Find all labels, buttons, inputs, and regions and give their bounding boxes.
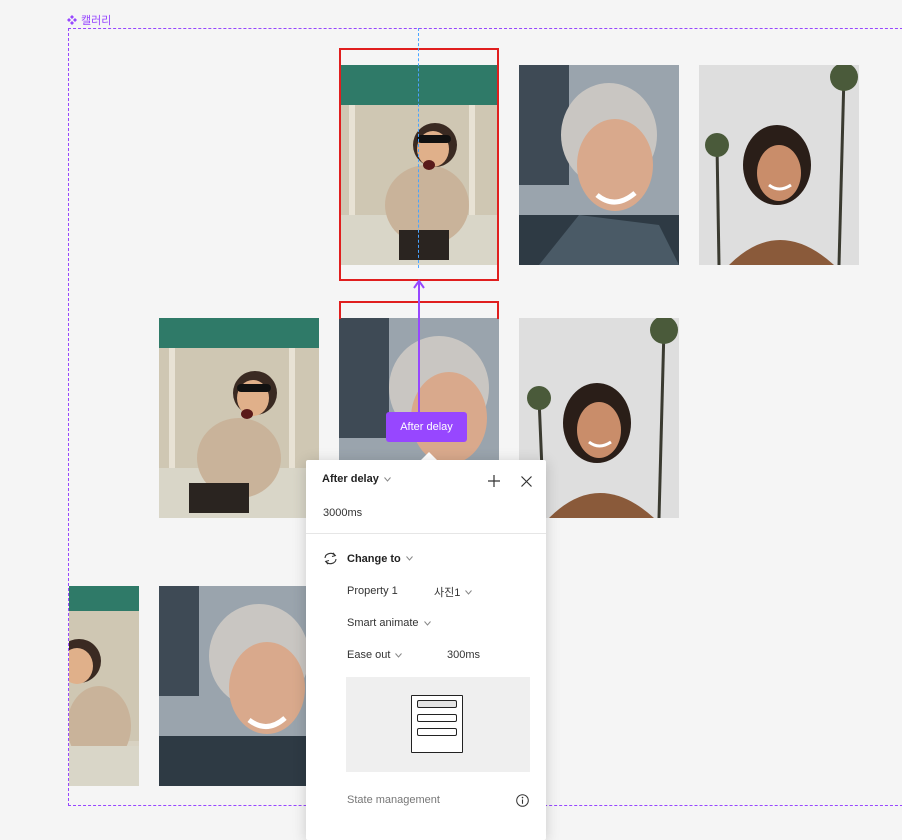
component-icon (67, 15, 77, 25)
easing-label: Ease out (347, 649, 391, 661)
chevron-down-icon (423, 620, 431, 626)
photo-woman-palms[interactable] (699, 65, 859, 265)
animation-dropdown[interactable]: Smart animate (347, 617, 431, 629)
property-value: 사진1 (434, 587, 461, 599)
chevron-down-icon (465, 589, 473, 595)
trigger-dropdown-label: After delay (322, 473, 379, 485)
easing-dropdown[interactable]: Ease out (347, 649, 403, 661)
property-value-dropdown[interactable]: 사진1 (434, 584, 473, 600)
duration-value: 300ms (447, 649, 481, 661)
close-icon[interactable] (518, 473, 534, 489)
animation-label: Smart animate (347, 617, 419, 629)
property-name: Property 1 (347, 585, 398, 597)
delay-value: 3000ms (323, 507, 363, 519)
state-management-label: State management (347, 794, 440, 806)
chevron-down-icon (383, 476, 391, 482)
animation-preview (346, 677, 530, 772)
photo-woman-sunglasses[interactable] (159, 318, 319, 518)
selected-variant-outline[interactable] (339, 48, 499, 281)
add-icon[interactable] (486, 473, 502, 489)
photo-elderly-woman[interactable] (159, 586, 306, 786)
panel-divider (306, 533, 546, 534)
preview-card (411, 695, 463, 753)
preview-bar (417, 700, 457, 708)
component-label[interactable]: 캘러리 (67, 12, 111, 28)
property-label: Property 1 (347, 585, 398, 597)
delay-input[interactable]: 3000ms (323, 507, 362, 519)
chevron-down-icon (405, 556, 413, 561)
trigger-pill[interactable]: After delay (386, 412, 467, 442)
photo-elderly-woman[interactable] (519, 65, 679, 265)
panel-caret (421, 452, 437, 460)
chevron-down-icon (395, 652, 403, 658)
photo-woman-sunglasses[interactable] (69, 586, 139, 786)
info-icon[interactable] (514, 792, 530, 808)
trigger-dropdown[interactable]: After delay (322, 473, 391, 485)
preview-bar (417, 714, 457, 722)
alignment-guide (418, 28, 419, 268)
action-dropdown[interactable]: Change to (323, 552, 413, 565)
duration-input[interactable]: 300ms (447, 649, 480, 661)
action-label: Change to (347, 552, 401, 565)
connection-arrow[interactable] (412, 278, 426, 418)
state-management-row: State management (347, 794, 440, 806)
interaction-panel: After delay 3000ms Change to Property 1 … (306, 460, 546, 840)
component-name: 캘러리 (81, 15, 112, 27)
swap-icon (324, 552, 337, 565)
preview-bar (417, 728, 457, 736)
